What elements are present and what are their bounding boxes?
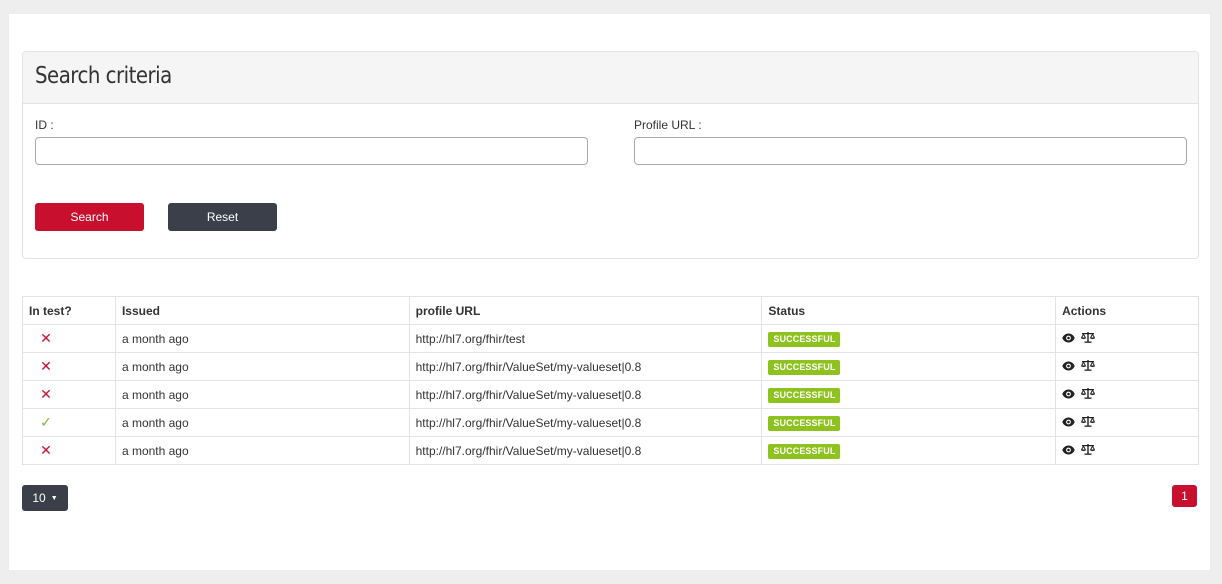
actions-cell — [1055, 436, 1199, 465]
header-actions: Actions — [1055, 296, 1199, 325]
search-button[interactable]: Search — [35, 203, 144, 231]
table-body: ✕ a month ago http://hl7.org/fhir/test SUCC… — [22, 324, 1199, 465]
in-test-cell: ✕ — [22, 352, 116, 381]
eye-icon[interactable] — [1062, 388, 1075, 402]
actions-cell — [1055, 352, 1199, 381]
profile-url-cell: http://hl7.org/fhir/ValueSet/my-valueset… — [408, 380, 763, 409]
table-row: ✕ a month ago http://hl7.org/fhir/ValueSet… — [22, 380, 1199, 409]
panel-title: Search criteria — [35, 63, 172, 89]
profile-url-label: Profile URL : — [634, 118, 702, 132]
balance-scale-icon[interactable] — [1080, 443, 1096, 458]
in-test-cell: ✕ — [22, 436, 116, 465]
status-cell: SUCCESSFUL — [761, 324, 1057, 353]
actions-cell — [1055, 324, 1199, 353]
page-size-dropdown[interactable]: 10 ▼ — [22, 485, 68, 511]
cross-icon: ✕ — [40, 386, 52, 402]
profile-url-input[interactable] — [634, 137, 1187, 165]
balance-scale-icon[interactable] — [1080, 415, 1096, 430]
status-cell: SUCCESSFUL — [761, 380, 1057, 409]
eye-icon[interactable] — [1062, 416, 1075, 430]
eye-icon[interactable] — [1062, 332, 1075, 346]
actions-cell — [1055, 408, 1199, 437]
check-icon: ✓ — [40, 414, 52, 430]
header-profile-url[interactable]: profile URL — [408, 296, 763, 325]
profile-url-cell: http://hl7.org/fhir/ValueSet/my-valueset… — [408, 408, 763, 437]
cross-icon: ✕ — [40, 330, 52, 346]
status-badge: SUCCESSFUL — [768, 415, 841, 431]
issued-cell: a month ago — [114, 324, 410, 353]
table-header-row: In test? Issued profile URL Status Actio… — [22, 296, 1199, 325]
caret-down-icon: ▼ — [50, 494, 58, 502]
eye-icon[interactable] — [1062, 444, 1075, 458]
profile-url-cell: http://hl7.org/fhir/ValueSet/my-valueset… — [408, 436, 763, 465]
panel-heading: Search criteria — [23, 52, 1198, 104]
page-size-value: 10 — [32, 491, 46, 505]
status-badge: SUCCESSFUL — [768, 387, 841, 403]
table-row: ✕ a month ago http://hl7.org/fhir/ValueSet… — [22, 352, 1199, 381]
in-test-cell: ✕ — [22, 380, 116, 409]
profile-url-cell: http://hl7.org/fhir/ValueSet/my-valueset… — [408, 352, 763, 381]
id-label: ID : — [35, 118, 54, 132]
status-cell: SUCCESSFUL — [761, 436, 1057, 465]
eye-icon[interactable] — [1062, 360, 1075, 374]
actions-cell — [1055, 380, 1199, 409]
table-row: ✕ a month ago http://hl7.org/fhir/ValueSet… — [22, 436, 1199, 465]
table-row: ✓ a month ago http://hl7.org/fhir/ValueSet… — [22, 408, 1199, 437]
status-badge: SUCCESSFUL — [768, 331, 841, 347]
cross-icon: ✕ — [40, 358, 52, 374]
search-criteria-panel: Search criteria ID : Profile URL : Searc… — [22, 51, 1199, 259]
header-in-test[interactable]: In test? — [22, 296, 116, 325]
page-container: Search criteria ID : Profile URL : Searc… — [9, 14, 1210, 570]
issued-cell: a month ago — [114, 436, 410, 465]
id-input[interactable] — [35, 137, 588, 165]
status-badge: SUCCESSFUL — [768, 443, 841, 459]
status-cell: SUCCESSFUL — [761, 352, 1057, 381]
header-issued[interactable]: Issued — [114, 296, 410, 325]
pagination-page-1[interactable]: 1 — [1172, 485, 1197, 507]
in-test-cell: ✕ — [22, 324, 116, 353]
status-badge: SUCCESSFUL — [768, 359, 841, 375]
balance-scale-icon[interactable] — [1080, 331, 1096, 346]
cross-icon: ✕ — [40, 442, 52, 458]
table-row: ✕ a month ago http://hl7.org/fhir/test SUCC… — [22, 324, 1199, 353]
reset-button[interactable]: Reset — [168, 203, 277, 231]
balance-scale-icon[interactable] — [1080, 387, 1096, 402]
issued-cell: a month ago — [114, 352, 410, 381]
in-test-cell: ✓ — [22, 408, 116, 437]
issued-cell: a month ago — [114, 408, 410, 437]
profile-url-cell: http://hl7.org/fhir/test — [408, 324, 763, 353]
results-table: In test? Issued profile URL Status Actio… — [22, 296, 1199, 465]
balance-scale-icon[interactable] — [1080, 359, 1096, 374]
header-status[interactable]: Status — [761, 296, 1057, 325]
issued-cell: a month ago — [114, 380, 410, 409]
status-cell: SUCCESSFUL — [761, 408, 1057, 437]
